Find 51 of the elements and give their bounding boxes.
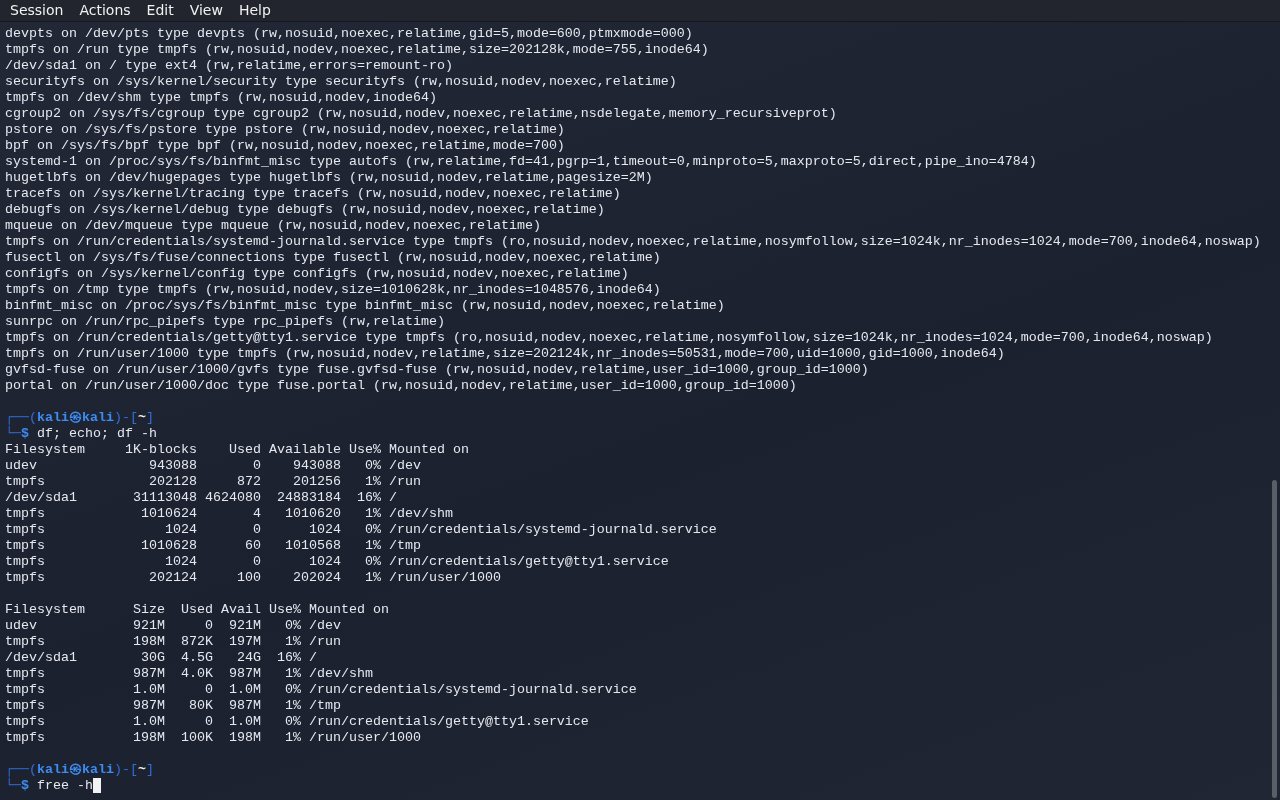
- output-line: tmpfs 1.0M 0 1.0M 0% /run/credentials/systemd-journald.service: [5, 682, 637, 697]
- output-line: binfmt_misc on /proc/sys/fs/binfmt_misc type binfmt_misc (rw,nosuid,nodev,noexec,relatime): [5, 298, 725, 313]
- output-line: tmpfs 198M 100K 198M 1% /run/user/1000: [5, 730, 421, 745]
- command-line: └─$ free -h: [5, 778, 93, 793]
- output-line: bpf on /sys/fs/bpf type bpf (rw,nosuid,nodev,noexec,relatime,mode=700): [5, 138, 565, 153]
- output-line: systemd-1 on /proc/sys/fs/binfmt_misc type autofs (rw,relatime,fd=41,pgrp=1,timeout=0,minproto=5,maxproto=5,direct,pipe_ino=4784): [5, 154, 1037, 169]
- output-line: udev 943088 0 943088 0% /dev: [5, 458, 421, 473]
- output-line: mqueue on /dev/mqueue type mqueue (rw,nosuid,nodev,noexec,relatime): [5, 218, 541, 233]
- output-line: pstore on /sys/fs/pstore type pstore (rw,nosuid,nodev,noexec,relatime): [5, 122, 565, 137]
- output-line: tmpfs 1.0M 0 1.0M 0% /run/credentials/getty@tty1.service: [5, 714, 589, 729]
- menu-item[interactable]: Edit: [142, 0, 178, 21]
- output-line: tmpfs on /tmp type tmpfs (rw,nosuid,nodev,size=1010628k,nr_inodes=1048576,inode64): [5, 282, 661, 297]
- output-line: /dev/sda1 31113048 4624080 24883184 16% /: [5, 490, 397, 505]
- prompt-line: ┌──(kali㉿kali)-[~]: [5, 762, 154, 777]
- output-line: tmpfs 202128 872 201256 1% /run: [5, 474, 421, 489]
- output-line: sunrpc on /run/rpc_pipefs type rpc_pipefs (rw,relatime): [5, 314, 445, 329]
- output-line: debugfs on /sys/kernel/debug type debugfs (rw,nosuid,nodev,noexec,relatime): [5, 202, 605, 217]
- output-line: securityfs on /sys/kernel/security type securityfs (rw,nosuid,nodev,noexec,relatime): [5, 74, 677, 89]
- output-line: fusectl on /sys/fs/fuse/connections type fusectl (rw,nosuid,nodev,noexec,relatime): [5, 250, 661, 265]
- command-line: └─$ df; echo; df -h: [5, 426, 157, 441]
- output-line: configfs on /sys/kernel/config type configfs (rw,nosuid,nodev,noexec,relatime): [5, 266, 629, 281]
- output-line: tmpfs 198M 872K 197M 1% /run: [5, 634, 341, 649]
- output-line: /dev/sda1 on / type ext4 (rw,relatime,errors=remount-ro): [5, 58, 453, 73]
- output-line: tmpfs on /run/user/1000 type tmpfs (rw,nosuid,nodev,relatime,size=202124k,nr_inodes=50531,mode=700,uid=1000,gid=1000,inode64): [5, 346, 1005, 361]
- output-line: tmpfs on /run/credentials/getty@tty1.service type tmpfs (ro,nosuid,nodev,noexec,relatime,nosymfollow,size=1024k,nr_inodes=1024,mode=700,inode64,noswap): [5, 330, 1213, 345]
- output-line: tracefs on /sys/kernel/tracing type tracefs (rw,nosuid,nodev,noexec,relatime): [5, 186, 621, 201]
- output-line: /dev/sda1 30G 4.5G 24G 16% /: [5, 650, 317, 665]
- output-line: Filesystem Size Used Avail Use% Mounted on: [5, 602, 389, 617]
- output-line: cgroup2 on /sys/fs/cgroup type cgroup2 (rw,nosuid,nodev,noexec,relatime,nsdelegate,memory_recursiveprot): [5, 106, 837, 121]
- scrollbar-thumb[interactable]: [1272, 480, 1277, 798]
- output-line: tmpfs 1010628 60 1010568 1% /tmp: [5, 538, 421, 553]
- output-line: tmpfs 1024 0 1024 0% /run/credentials/getty@tty1.service: [5, 554, 669, 569]
- output-line: tmpfs 1024 0 1024 0% /run/credentials/systemd-journald.service: [5, 522, 717, 537]
- output-line: hugetlbfs on /dev/hugepages type hugetlbfs (rw,nosuid,nodev,relatime,pagesize=2M): [5, 170, 653, 185]
- output-line: devpts on /dev/pts type devpts (rw,nosuid,noexec,relatime,gid=5,mode=600,ptmxmode=000): [5, 26, 693, 41]
- output-line: tmpfs on /run type tmpfs (rw,nosuid,nodev,noexec,relatime,size=202128k,mode=755,inode64): [5, 42, 709, 57]
- menu-item[interactable]: View: [185, 0, 227, 21]
- prompt-line: ┌──(kali㉿kali)-[~]: [5, 410, 154, 425]
- output-line: udev 921M 0 921M 0% /dev: [5, 618, 341, 633]
- output-line: portal on /run/user/1000/doc type fuse.portal (rw,nosuid,nodev,relatime,user_id=1000,group_id=1000): [5, 378, 797, 393]
- output-line: tmpfs 1010624 4 1010620 1% /dev/shm: [5, 506, 453, 521]
- output-line: tmpfs on /run/credentials/systemd-journald.service type tmpfs (ro,nosuid,nodev,noexec,relatime,nosymfollow,size=1024k,nr_inodes=1024,mode=700,inode64,noswap): [5, 234, 1261, 249]
- menu-item[interactable]: Help: [234, 0, 275, 21]
- output-line: Filesystem 1K-blocks Used Available Use% Mounted on: [5, 442, 469, 457]
- output-line: gvfsd-fuse on /run/user/1000/gvfs type fuse.gvfsd-fuse (rw,nosuid,nodev,relatime,user_id=1000,group_id=1000): [5, 362, 869, 377]
- menu-item[interactable]: Actions: [75, 0, 135, 21]
- output-line: tmpfs 987M 80K 987M 1% /tmp: [5, 698, 341, 713]
- output-line: tmpfs 202124 100 202024 1% /run/user/1000: [5, 570, 501, 585]
- output-line: tmpfs on /dev/shm type tmpfs (rw,nosuid,nodev,inode64): [5, 90, 437, 105]
- output-line: tmpfs 987M 4.0K 987M 1% /dev/shm: [5, 666, 373, 681]
- menu-item[interactable]: Session: [6, 0, 68, 21]
